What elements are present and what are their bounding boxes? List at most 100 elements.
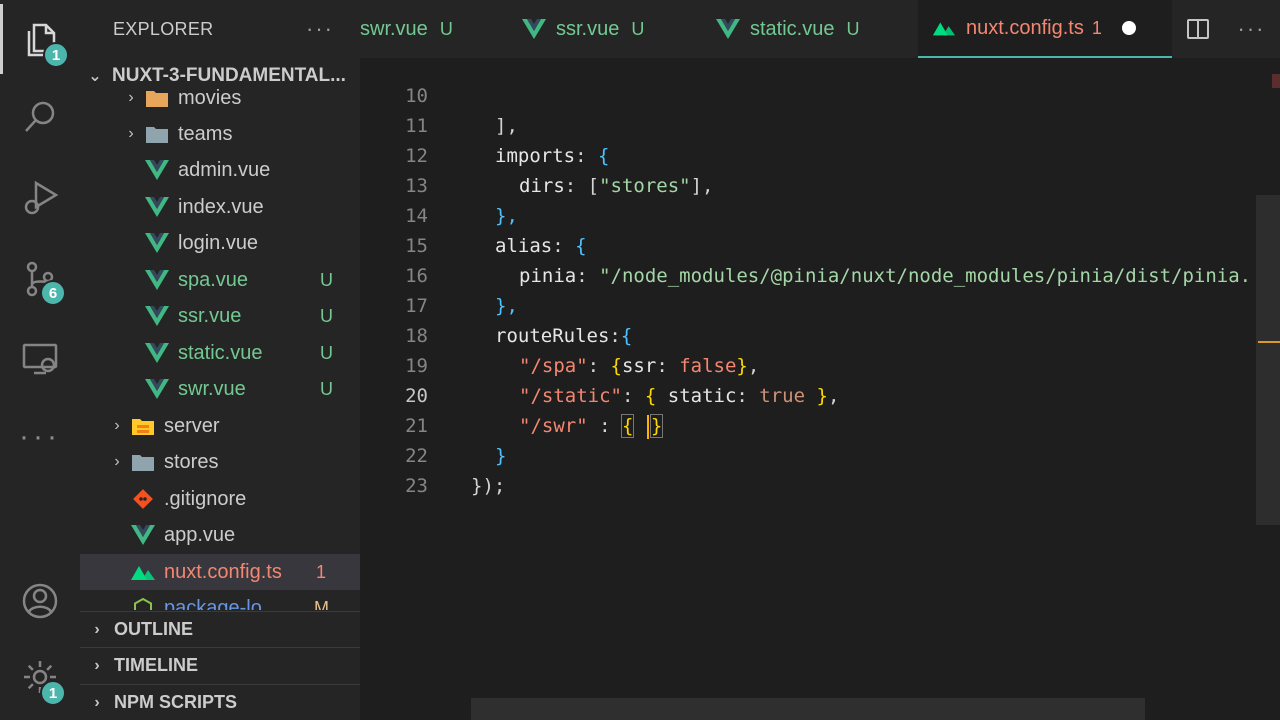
tree-item-index-vue[interactable]: index.vue [80, 189, 360, 225]
unsaved-dot-icon[interactable] [1121, 21, 1136, 35]
explorer-sidebar: EXPLORER ··· ⌄ NUXT-3-FUNDAMENTAL... › m… [80, 0, 360, 720]
tree-item-label: index.vue [178, 195, 264, 218]
tree-item-ssr-vue[interactable]: ssr.vue U [80, 298, 360, 334]
explorer-header: EXPLORER ··· [80, 0, 360, 58]
nuxt-icon [130, 560, 156, 584]
vertical-scrollbar[interactable] [1256, 195, 1280, 525]
tab-status: U [846, 18, 860, 39]
split-editor-icon[interactable] [1186, 19, 1209, 39]
nodejs-icon [130, 596, 156, 610]
code-line: 10 ], [360, 58, 1280, 137]
remote-explorer-icon [22, 343, 58, 375]
tree-item-login-vue[interactable]: login.vue [80, 225, 360, 261]
problem-marker [1272, 74, 1280, 88]
code-token: }); [471, 475, 506, 497]
vue-icon [716, 18, 740, 40]
chevron-right-icon: › [94, 620, 100, 638]
run-debug-icon [24, 180, 59, 215]
activity-bar: 1 6 ··· 1 [0, 0, 80, 720]
folder-icon [130, 450, 156, 474]
tree-item-label: spa.vue [178, 268, 249, 291]
tab-label: static.vue [750, 17, 835, 40]
tab-ssr-vue[interactable]: ssr.vue U [508, 0, 658, 58]
git-status-badge: M [314, 597, 329, 611]
tab-static-vue[interactable]: static.vue U [702, 0, 873, 58]
vue-icon [522, 18, 546, 40]
section-label: NPM SCRIPTS [114, 692, 238, 712]
tree-item-label: server [164, 414, 220, 437]
tree-item-label: .gitignore [164, 487, 247, 510]
tree-item-stores[interactable]: › stores [80, 444, 360, 480]
settings-badge: 1 [40, 680, 66, 706]
tab-swr-vue[interactable]: swr.vue U [360, 0, 467, 58]
problem-count-badge: 1 [316, 561, 327, 582]
more-actions-icon[interactable]: ··· [1238, 16, 1266, 42]
code-line: 14 alias: { [360, 171, 1280, 257]
vue-icon [144, 268, 170, 292]
timeline-section[interactable]: › TIMELINE [80, 647, 360, 683]
tree-item-label: teams [178, 122, 233, 145]
more-activity-button[interactable]: ··· [0, 402, 80, 472]
tree-item-spa-vue[interactable]: spa.vue U [80, 262, 360, 298]
vue-icon [144, 341, 170, 365]
section-label: OUTLINE [114, 619, 193, 639]
code-line: 19 "/static": { static: true }, [360, 321, 1280, 407]
git-status-badge: U [320, 305, 333, 326]
tree-item-static-vue[interactable]: static.vue U [80, 335, 360, 371]
npm-scripts-section[interactable]: › NPM SCRIPTS [80, 684, 360, 720]
folder-icon [144, 86, 170, 110]
chevron-right-icon: › [94, 693, 100, 711]
cursor-position-marker [1258, 341, 1280, 343]
code-line: 23 [360, 441, 1280, 497]
editor-actions: ··· [1172, 0, 1280, 58]
code-line: 22 }); [360, 411, 1280, 497]
explorer-title: EXPLORER [113, 18, 214, 39]
tree-item-movies[interactable]: › movies [80, 80, 360, 116]
tree-item-teams[interactable]: › teams [80, 116, 360, 152]
code-line: 21 } [360, 381, 1280, 467]
code-line: 11 imports: { [360, 81, 1280, 167]
vue-icon [144, 195, 170, 219]
git-status-badge: U [320, 378, 333, 399]
tab-label: ssr.vue [556, 17, 620, 40]
source-control-badge: 6 [40, 280, 66, 306]
accounts-button[interactable] [0, 566, 80, 636]
chevron-right-icon: › [114, 417, 120, 434]
more-icon: ··· [19, 420, 61, 453]
explorer-more-button[interactable]: ··· [306, 16, 334, 42]
tree-item-server[interactable]: › server [80, 408, 360, 444]
chevron-right-icon: › [114, 453, 120, 470]
tree-item-admin-vue[interactable]: admin.vue [80, 152, 360, 188]
run-debug-activity-button[interactable] [0, 162, 80, 232]
code-line: 15 pinia: "/node_modules/@pinia/nuxt/nod… [360, 201, 1280, 287]
manage-button[interactable]: 1 [0, 642, 80, 712]
code-editor[interactable]: 10 ], 11 imports: { 12 dirs: ["stores"],… [360, 58, 1280, 720]
tab-status: 1 [1091, 17, 1102, 38]
nuxt-icon [932, 17, 956, 39]
section-label: TIMELINE [114, 655, 198, 675]
tree-item-swr-vue[interactable]: swr.vue U [80, 371, 360, 407]
code-line: 13 }, [360, 141, 1280, 227]
code-line: 18 "/spa": {ssr: false}, [360, 291, 1280, 377]
search-icon [25, 101, 55, 132]
tab-nuxt-config[interactable]: nuxt.config.ts 1 [918, 0, 1172, 58]
search-activity-button[interactable] [0, 82, 80, 152]
tree-item-package-lock[interactable]: package-lo... M [80, 590, 360, 610]
tree-item-app-vue[interactable]: app.vue [80, 517, 360, 553]
vue-icon [130, 523, 156, 547]
tree-item-label: ssr.vue [178, 304, 242, 327]
tree-item-gitignore[interactable]: .gitignore [80, 481, 360, 517]
remote-explorer-activity-button[interactable] [0, 324, 80, 394]
explorer-activity-button[interactable]: 1 [0, 4, 80, 74]
outline-section[interactable]: › OUTLINE [80, 611, 360, 647]
source-control-activity-button[interactable]: 6 [0, 244, 80, 314]
code-line: 17 routeRules:{ [360, 261, 1280, 347]
tree-item-nuxt-config[interactable]: nuxt.config.ts 1 [80, 554, 360, 590]
code-line: 16 }, [360, 231, 1280, 317]
tree-item-label: admin.vue [178, 158, 271, 181]
tree-item-label: movies [178, 86, 242, 109]
tree-item-label: nuxt.config.ts [164, 560, 282, 583]
tab-label: swr.vue [360, 17, 428, 40]
tree-item-label: app.vue [164, 523, 236, 546]
horizontal-scrollbar[interactable] [471, 698, 1145, 720]
